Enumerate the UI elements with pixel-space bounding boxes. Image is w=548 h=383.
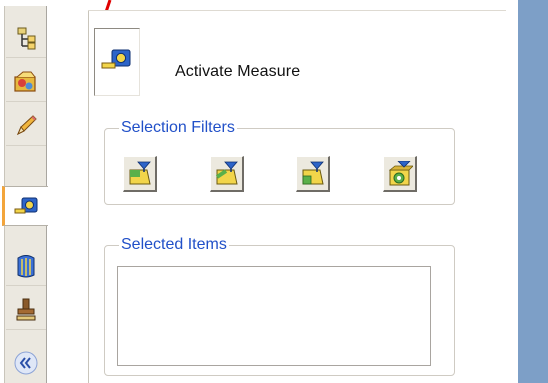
pencil-icon — [17, 114, 37, 135]
stamp-icon — [16, 298, 36, 320]
measure-tape-icon — [14, 197, 37, 214]
tab-measure[interactable] — [2, 186, 48, 226]
tab-section-properties[interactable] — [6, 246, 46, 286]
filter-hole-button[interactable] — [383, 156, 417, 192]
tab-property-manager[interactable] — [6, 62, 46, 102]
edge-filter-icon — [215, 161, 238, 184]
selected-items-list[interactable] — [117, 266, 431, 366]
tab-feature-tree[interactable] — [6, 18, 46, 58]
vertical-tab-strip — [0, 0, 88, 383]
tab-collapse[interactable] — [6, 343, 46, 383]
filter-face-button[interactable] — [123, 156, 157, 192]
selected-items-title: Selected Items — [121, 236, 227, 253]
face-filter-icon — [129, 161, 151, 184]
activate-measure-label: Activate Measure — [175, 63, 301, 80]
tab-stamp[interactable] — [6, 290, 46, 330]
activate-measure-button[interactable] — [94, 28, 140, 96]
selection-filters-title: Selection Filters — [121, 119, 235, 136]
property-manager-icon — [14, 71, 36, 92]
section-properties-icon — [17, 254, 35, 277]
double-chevron-left-icon — [14, 351, 38, 375]
graphics-area — [518, 0, 548, 383]
feature-tree-icon — [17, 27, 36, 49]
tab-sketch[interactable] — [6, 106, 46, 146]
hole-filter-icon — [388, 160, 413, 185]
filter-edge-button[interactable] — [210, 156, 244, 192]
vertex-filter-icon — [302, 161, 324, 184]
filter-vertex-button[interactable] — [296, 156, 330, 192]
measure-tape-icon — [101, 49, 131, 69]
